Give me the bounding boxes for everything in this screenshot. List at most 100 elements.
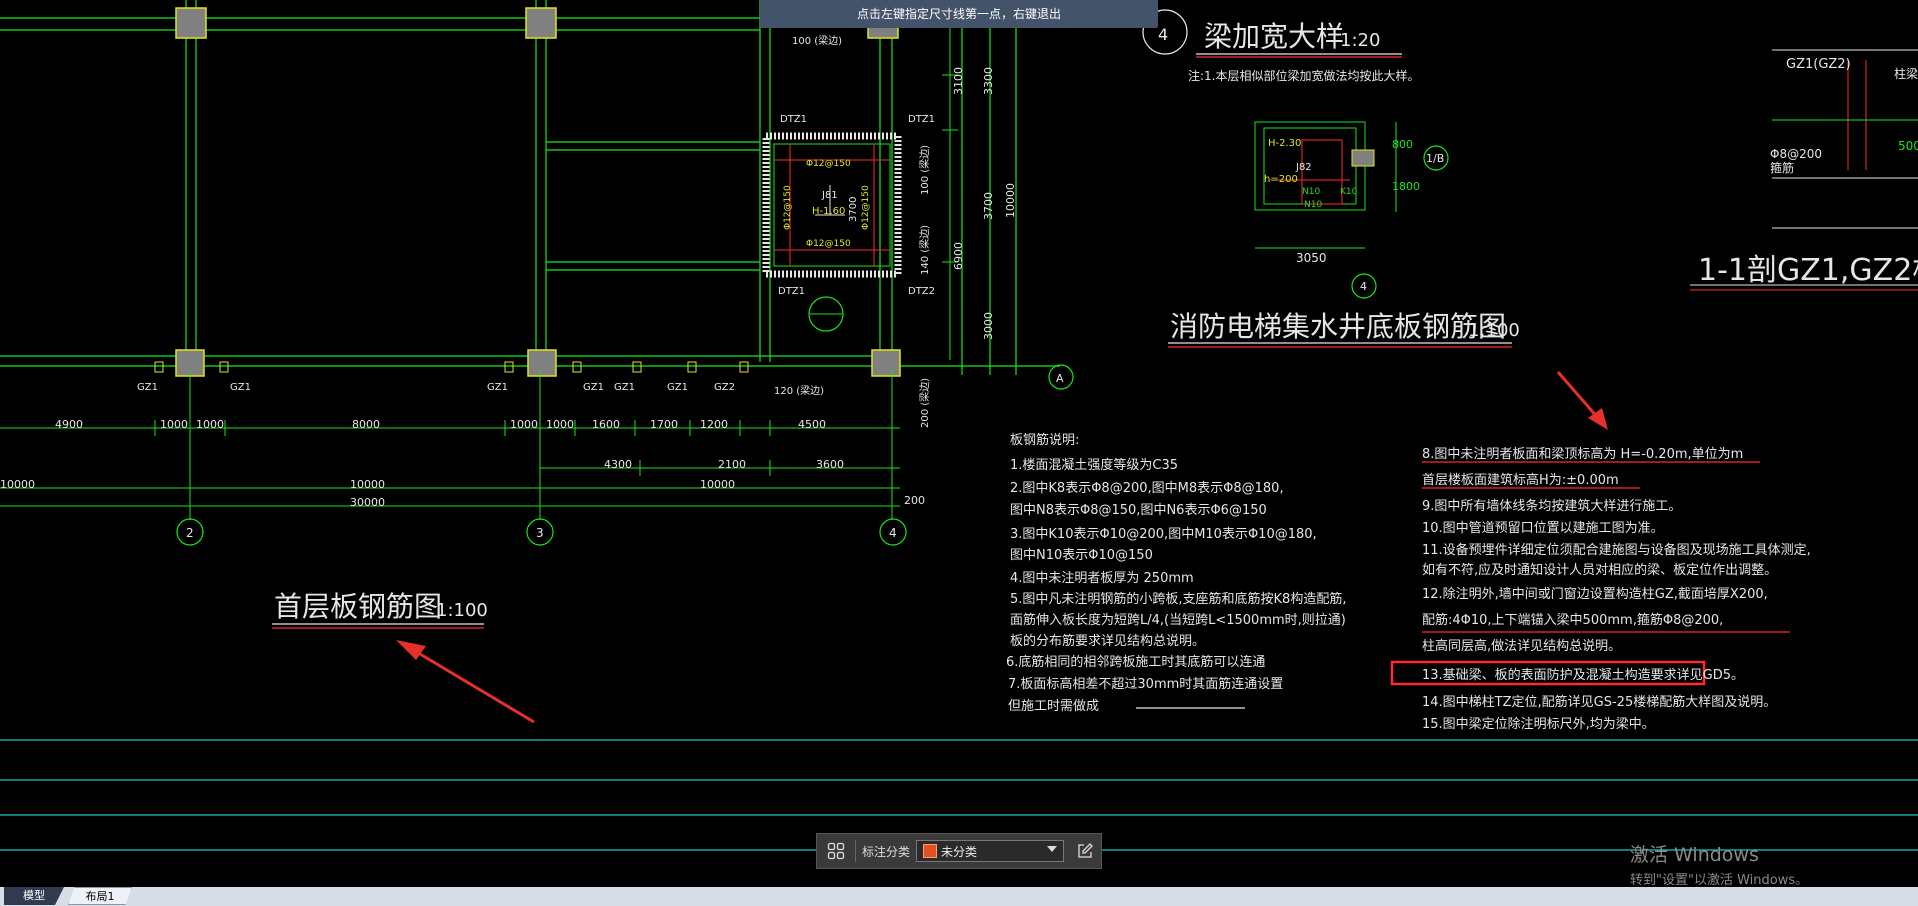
category-color-swatch	[923, 844, 938, 858]
dim-r1-6: 1600	[592, 418, 620, 431]
bar-left: Φ12@150	[783, 185, 793, 230]
dim-r1-2: 1000	[196, 418, 224, 431]
vdim-3: 10000	[1004, 183, 1017, 218]
dim-r1-3: 8000	[352, 418, 380, 431]
note-right-4: 11.设备预埋件详细定位须配合建施图与设备图及现场施工具体测定,	[1422, 542, 1811, 558]
note-right-3: 10.图中管道预留口位置以建施工图为准。	[1422, 521, 1664, 536]
note-140: 140 (梁边)	[918, 225, 931, 275]
cad-drawing-canvas[interactable]: 4 梁加宽大样 1:20 注:1.本层相似部位梁加宽做法均按此大样。 消防电梯集…	[0, 0, 1918, 887]
pit-j82: J82	[1295, 162, 1312, 173]
dtz1-tl: DTZ1	[780, 114, 807, 125]
notes-left: 板钢筋说明: 1.楼面混凝土强度等级为C35 2.图中K8表示Φ8@200,图中…	[1006, 432, 1346, 714]
note-right-11: 15.图中梁定位除注明标尺外,均为梁中。	[1422, 717, 1655, 732]
note-left-7: 5.图中凡未注明钢筋的小跨板,支座筋和底筋按K8构造配筋,	[1010, 591, 1346, 607]
floor-drawing-title: 首层板钢筋图	[274, 590, 442, 623]
axis-a: A	[1056, 372, 1064, 385]
floor-plan-structure	[0, 0, 1060, 375]
dtz1-tr: DTZ1	[908, 114, 935, 125]
pit-drawing-scale: 1:100	[1468, 320, 1520, 341]
vdim-5: 3000	[982, 312, 995, 340]
dim-r1-7: 1700	[650, 418, 678, 431]
gz-small-columns	[154, 361, 749, 373]
note-right-10: 14.图中梯柱TZ定位,配筋详见GS-25楼梯配筋大样图及说明。	[1422, 694, 1776, 710]
pit-axis-1b: 1/B	[1426, 152, 1444, 165]
note-right-8: 柱高同层高,做法详见结构总说明。	[1422, 638, 1621, 654]
chevron-down-icon	[1047, 846, 1058, 852]
dim-r1-0: 4900	[55, 418, 83, 431]
detail4-number: 4	[1158, 25, 1168, 44]
dim-r1-9: 4500	[798, 418, 826, 431]
note-right-0: 8.图中未注明者板面和梁顶标高为 H=-0.20m,单位为m	[1422, 446, 1743, 462]
gz-label-5: GZ1	[614, 382, 635, 393]
axis-2: 2	[186, 526, 194, 540]
note-left-5: 图中N10表示Φ10@150	[1010, 548, 1153, 563]
pit-dim-3050: 3050	[1296, 251, 1327, 265]
note-left-9: 板的分布筋要求详见结构总说明。	[1010, 633, 1205, 649]
note-left-12: 但施工时需做成	[1008, 699, 1099, 714]
note-right-6: 12.除注明外,墙中间或门窗边设置构造柱GZ,截面培厚X200,	[1422, 586, 1768, 602]
note-left-4: 3.图中K10表示Φ10@200,图中M10表示Φ10@180,	[1010, 527, 1317, 542]
vdim-1: 3300	[982, 67, 995, 95]
pit-n10a: N10	[1302, 187, 1320, 197]
dim-r3-1: 10000	[350, 478, 385, 491]
h160-label: H-1.60	[812, 206, 845, 217]
vdim-0: 3100	[952, 67, 965, 95]
dim-r1-1: 1000	[160, 418, 188, 431]
gz-label-6: GZ1	[667, 382, 688, 393]
dim-r2-2: 3600	[816, 458, 844, 471]
annotation-arrow-right	[1556, 371, 1608, 430]
pit-dim-1800: 1800	[1392, 180, 1420, 193]
stirrup-note: Φ8@200	[1770, 147, 1822, 161]
note-right-5: 如有不符,应及时通知设计人员对相应的梁、板定位作出调整。	[1422, 562, 1777, 578]
note-120: 120 (梁边)	[774, 384, 824, 397]
dim-r2-1: 2100	[718, 458, 746, 471]
gz-label-3: GZ1	[487, 382, 508, 393]
pit-drawing-title: 消防电梯集水井底板钢筋图	[1170, 310, 1506, 343]
note-right-7: 配筋:4Φ10,上下端锚入梁中500mm,箍筋Φ8@200,	[1422, 612, 1723, 628]
dim-r4-0: 30000	[350, 496, 385, 509]
dtz2-br: DTZ2	[908, 286, 935, 297]
stirrup-label: 箍筋	[1770, 160, 1794, 175]
gz-note: 柱梁	[1894, 66, 1918, 81]
edit-icon[interactable]	[1072, 838, 1098, 864]
axis-4: 4	[889, 526, 897, 540]
note-right-9: 13.基础梁、板的表面防护及混凝土构造要求详见GD5。	[1422, 667, 1744, 683]
grid-icon[interactable]	[823, 838, 849, 864]
dim-r3-0: 10000	[0, 478, 35, 491]
pit-n10b: N10	[1304, 200, 1322, 210]
title-underlines	[272, 53, 1790, 709]
dtz1-bl: DTZ1	[778, 286, 805, 297]
note-100-right: 100 (梁边)	[918, 145, 931, 195]
dim-r2-0: 4300	[604, 458, 632, 471]
dim-r1-4: 1000	[510, 418, 538, 431]
annotation-category-bar: 标注分类 未分类	[816, 833, 1102, 869]
note-left-1: 1.楼面混凝土强度等级为C35	[1010, 457, 1178, 473]
command-prompt-tooltip: 点击左键指定尺寸线第一点，右键退出	[760, 0, 1158, 28]
tab-model[interactable]: 模型	[4, 887, 64, 905]
windows-activation-watermark: 激活 Windows 转到"设置"以激活 Windows。	[1630, 840, 1808, 888]
watermark-line2: 转到"设置"以激活 Windows。	[1630, 873, 1809, 888]
pit-k10: K10	[1340, 187, 1358, 197]
dim-500: 500	[1898, 139, 1918, 153]
dim-200: 200	[904, 494, 925, 507]
note-left-10: 6.底筋相同的相邻跨板施工时其底筋可以连通	[1006, 654, 1265, 670]
note-left-3: 图中N8表示Φ8@150,图中N6表示Φ6@150	[1010, 503, 1267, 518]
note-left-2: 2.图中K8表示Φ8@200,图中M8表示Φ8@180,	[1010, 481, 1284, 496]
gz-label: GZ1(GZ2)	[1786, 57, 1851, 72]
pit-h200: h=200	[1264, 174, 1298, 185]
category-select[interactable]: 未分类	[916, 840, 1065, 862]
note-100-top: 100 (梁边)	[792, 34, 842, 47]
annotation-arrow-left	[396, 640, 535, 724]
dim-r1-5: 1000	[546, 418, 574, 431]
pit-h230: H-2.30	[1268, 138, 1301, 149]
category-label: 标注分类	[862, 844, 911, 859]
gz-label-7: GZ2	[714, 382, 735, 393]
tab-layout1[interactable]: 布局1	[68, 887, 132, 905]
note-left-8: 面筋伸入板长度为短跨L/4,(当短跨L<1500mm时,则拉通)	[1010, 612, 1346, 628]
note-left-6: 4.图中未注明者板厚为 250mm	[1010, 571, 1194, 586]
note-left-0: 板钢筋说明:	[1010, 432, 1079, 448]
bar-bot: Φ12@150	[806, 239, 851, 249]
gz-label-4: GZ1	[583, 382, 604, 393]
layout-tab-bar: 模型 布局1	[0, 887, 1918, 906]
section-title: 1-1剖GZ1,GZ2柱脚大	[1698, 253, 1918, 288]
